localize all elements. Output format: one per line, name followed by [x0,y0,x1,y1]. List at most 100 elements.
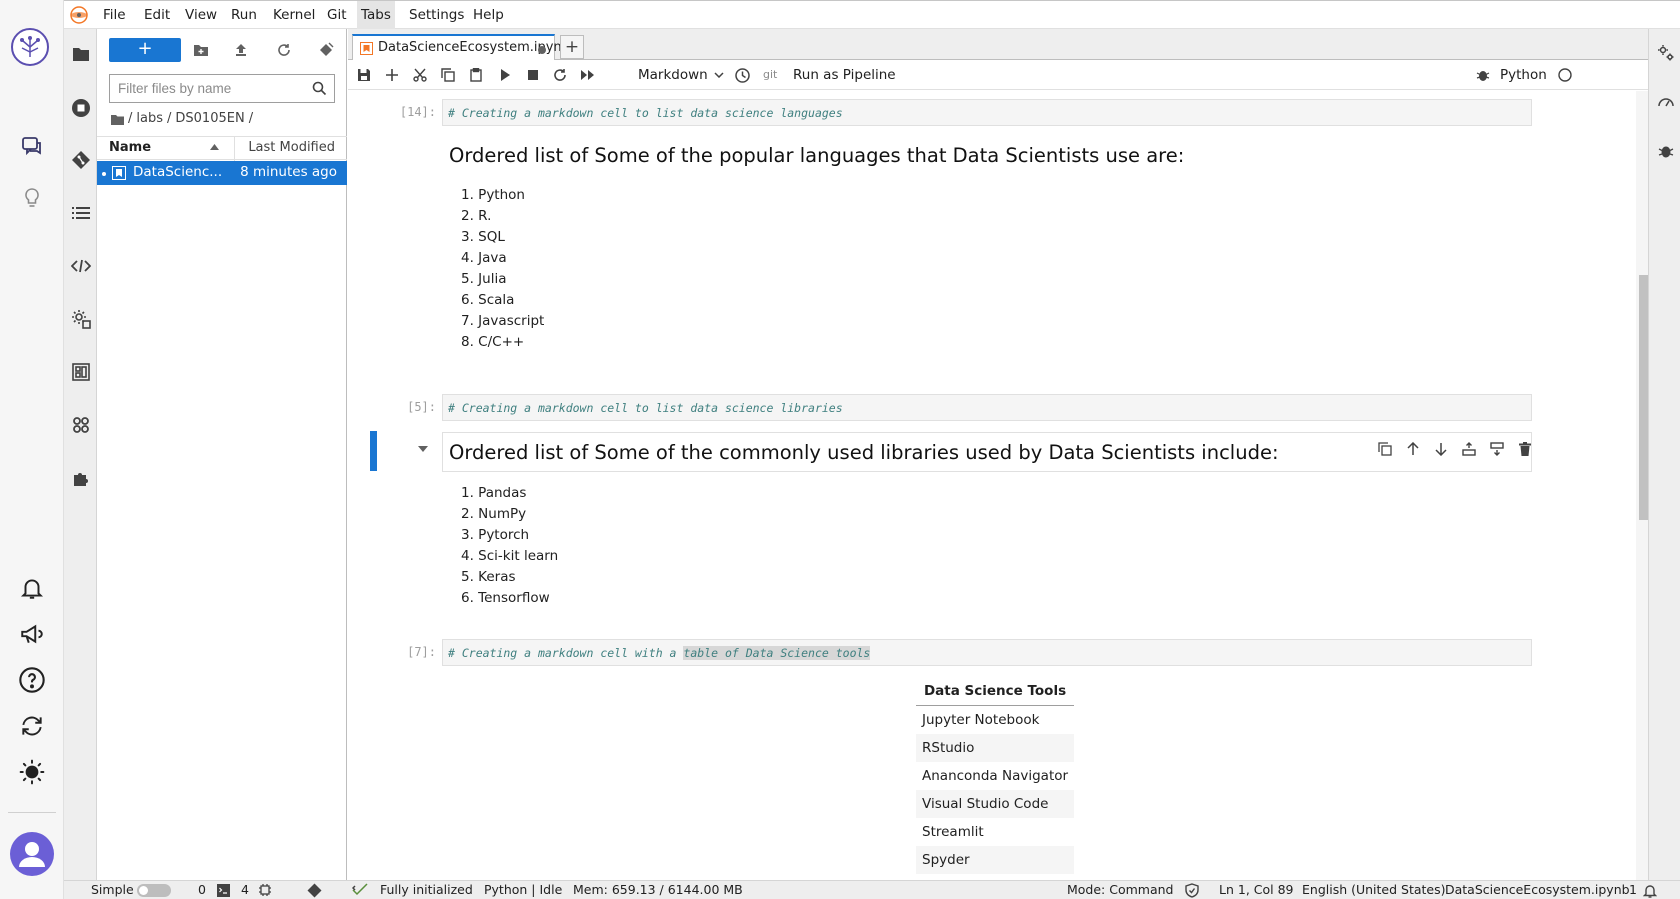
cell-type-dropdown[interactable]: Markdown [638,65,724,85]
file-list-item[interactable]: DataScienc... 8 minutes ago [97,161,347,185]
new-folder-icon[interactable] [191,40,211,60]
running-indicator-icon [102,172,106,176]
breadcrumb-labs[interactable]: labs [136,109,163,129]
file-list-header: Name Last Modified [97,136,347,161]
menu-run[interactable]: Run [227,1,261,30]
skills-network-logo-icon[interactable] [10,27,50,67]
restart-run-all-icon[interactable] [579,66,597,84]
current-file-name: DataScienceEcosystem.ipynb [1445,882,1630,897]
menu-edit[interactable]: Edit [140,1,174,30]
column-divider[interactable] [234,137,235,161]
notification-bell-icon[interactable] [1643,883,1657,898]
copy-icon[interactable] [439,66,457,84]
menu-view[interactable]: View [181,1,221,30]
collapse-caret-icon[interactable] [418,446,428,452]
table-of-contents-icon[interactable] [70,202,92,224]
duplicate-cell-icon[interactable] [1377,441,1393,457]
insert-above-icon[interactable] [1461,441,1477,457]
lightbulb-icon[interactable] [16,182,48,214]
unsaved-changes-icon[interactable] [538,46,546,54]
file-browser-folder-icon[interactable] [70,43,92,65]
cell-prompt: [7]: [407,645,436,659]
property-inspector-icon[interactable] [70,308,92,330]
git-status-icon[interactable] [307,883,322,898]
extensions-puzzle-icon[interactable] [70,467,92,489]
cursor-position[interactable]: Ln 1, Col 89 [1219,882,1294,897]
lsp-status-icon[interactable] [352,883,368,897]
move-up-icon[interactable] [1405,441,1421,457]
restart-kernel-icon[interactable] [551,66,569,84]
menu-tabs[interactable]: Tabs [357,1,395,30]
code-cell[interactable]: # Creating a markdown cell to list data … [442,394,1532,421]
table-cell: RStudio [916,734,1075,762]
table-cell: Visual Studio Code [916,790,1075,818]
insert-cell-icon[interactable] [383,66,401,84]
kernel-status[interactable]: Python | Idle [484,882,562,897]
cell-toolbar [1377,441,1533,457]
insert-below-icon[interactable] [1489,441,1505,457]
terminals-count[interactable]: 0 [198,882,206,897]
notebook-mode: Mode: Command [1067,882,1174,897]
refresh-icon[interactable] [274,40,294,60]
scrollbar-thumb[interactable] [1639,275,1648,520]
menu-file[interactable]: File [99,1,130,30]
code-cell[interactable]: # Creating a markdown cell with a table … [442,639,1532,666]
column-last-modified-header[interactable]: Last Modified [248,140,335,155]
debugger-bug-icon[interactable] [1656,141,1676,161]
debugger-icon[interactable] [1474,66,1492,84]
sync-icon[interactable] [16,710,48,742]
notifications-icon[interactable] [16,572,48,604]
move-down-icon[interactable] [1433,441,1449,457]
menu-help[interactable]: Help [469,1,508,30]
breadcrumb-ds0105en[interactable]: DS0105EN [175,109,244,129]
help-icon[interactable] [16,664,48,696]
column-name-header[interactable]: Name [109,140,151,155]
save-icon[interactable] [355,66,373,84]
run-cell-icon[interactable] [496,66,514,84]
simple-mode-toggle[interactable] [137,884,171,897]
paste-icon[interactable] [467,66,485,84]
notification-count[interactable]: 1 [1629,882,1637,897]
cut-icon[interactable] [411,66,429,84]
list-item: 2. NumPy [461,506,527,522]
interrupt-kernel-icon[interactable] [524,66,542,84]
tab-notebook[interactable]: DataScienceEcosystem.ipyn [352,34,562,61]
menu-git[interactable]: Git [323,1,351,30]
menu-kernel[interactable]: Kernel [269,1,319,30]
list-item: 5. Julia [461,271,507,287]
breadcrumb-separator: / [167,111,172,126]
initialization-status[interactable]: Fully initialized [380,882,473,897]
extension-panel-icon[interactable] [70,361,92,383]
menu-settings[interactable]: Settings [405,1,468,30]
cell-prompt: [14]: [399,105,436,119]
code-cell[interactable]: # Creating a markdown cell to list data … [442,99,1532,126]
delete-cell-icon[interactable] [1517,441,1533,457]
run-as-pipeline-button[interactable]: Run as Pipeline [793,67,896,83]
filter-files-field[interactable] [109,74,335,103]
code-snippets-icon[interactable] [70,255,92,277]
running-sessions-icon[interactable] [70,97,92,119]
git-icon[interactable] [70,149,92,171]
upload-icon[interactable] [231,40,251,60]
user-avatar-icon[interactable] [10,832,54,876]
resource-usage-gauge-icon[interactable] [1656,92,1676,112]
trusted-shield-icon[interactable] [1185,883,1199,898]
home-folder-icon[interactable] [111,114,124,125]
theme-toggle-icon[interactable] [16,756,48,788]
elyra-components-icon[interactable] [70,414,92,436]
clock-icon[interactable] [733,66,751,84]
breadcrumb-separator: / [248,111,254,126]
kernels-count[interactable]: 4 [241,882,249,897]
new-launcher-button[interactable]: + [109,38,181,62]
spellcheck-language[interactable]: English (United States) [1302,882,1446,897]
filter-files-input[interactable] [110,75,300,102]
add-tab-button[interactable]: + [560,35,584,59]
kernel-name[interactable]: Python [1500,67,1547,83]
property-inspector-gears-icon[interactable] [1656,43,1676,63]
git-clone-icon[interactable] [316,40,336,60]
chat-icon[interactable] [16,131,48,163]
notebook-tab-icon [360,42,373,55]
git-diff-label[interactable]: git [763,68,777,81]
announcements-icon[interactable] [16,618,48,650]
kernel-chip-icon [258,883,272,897]
